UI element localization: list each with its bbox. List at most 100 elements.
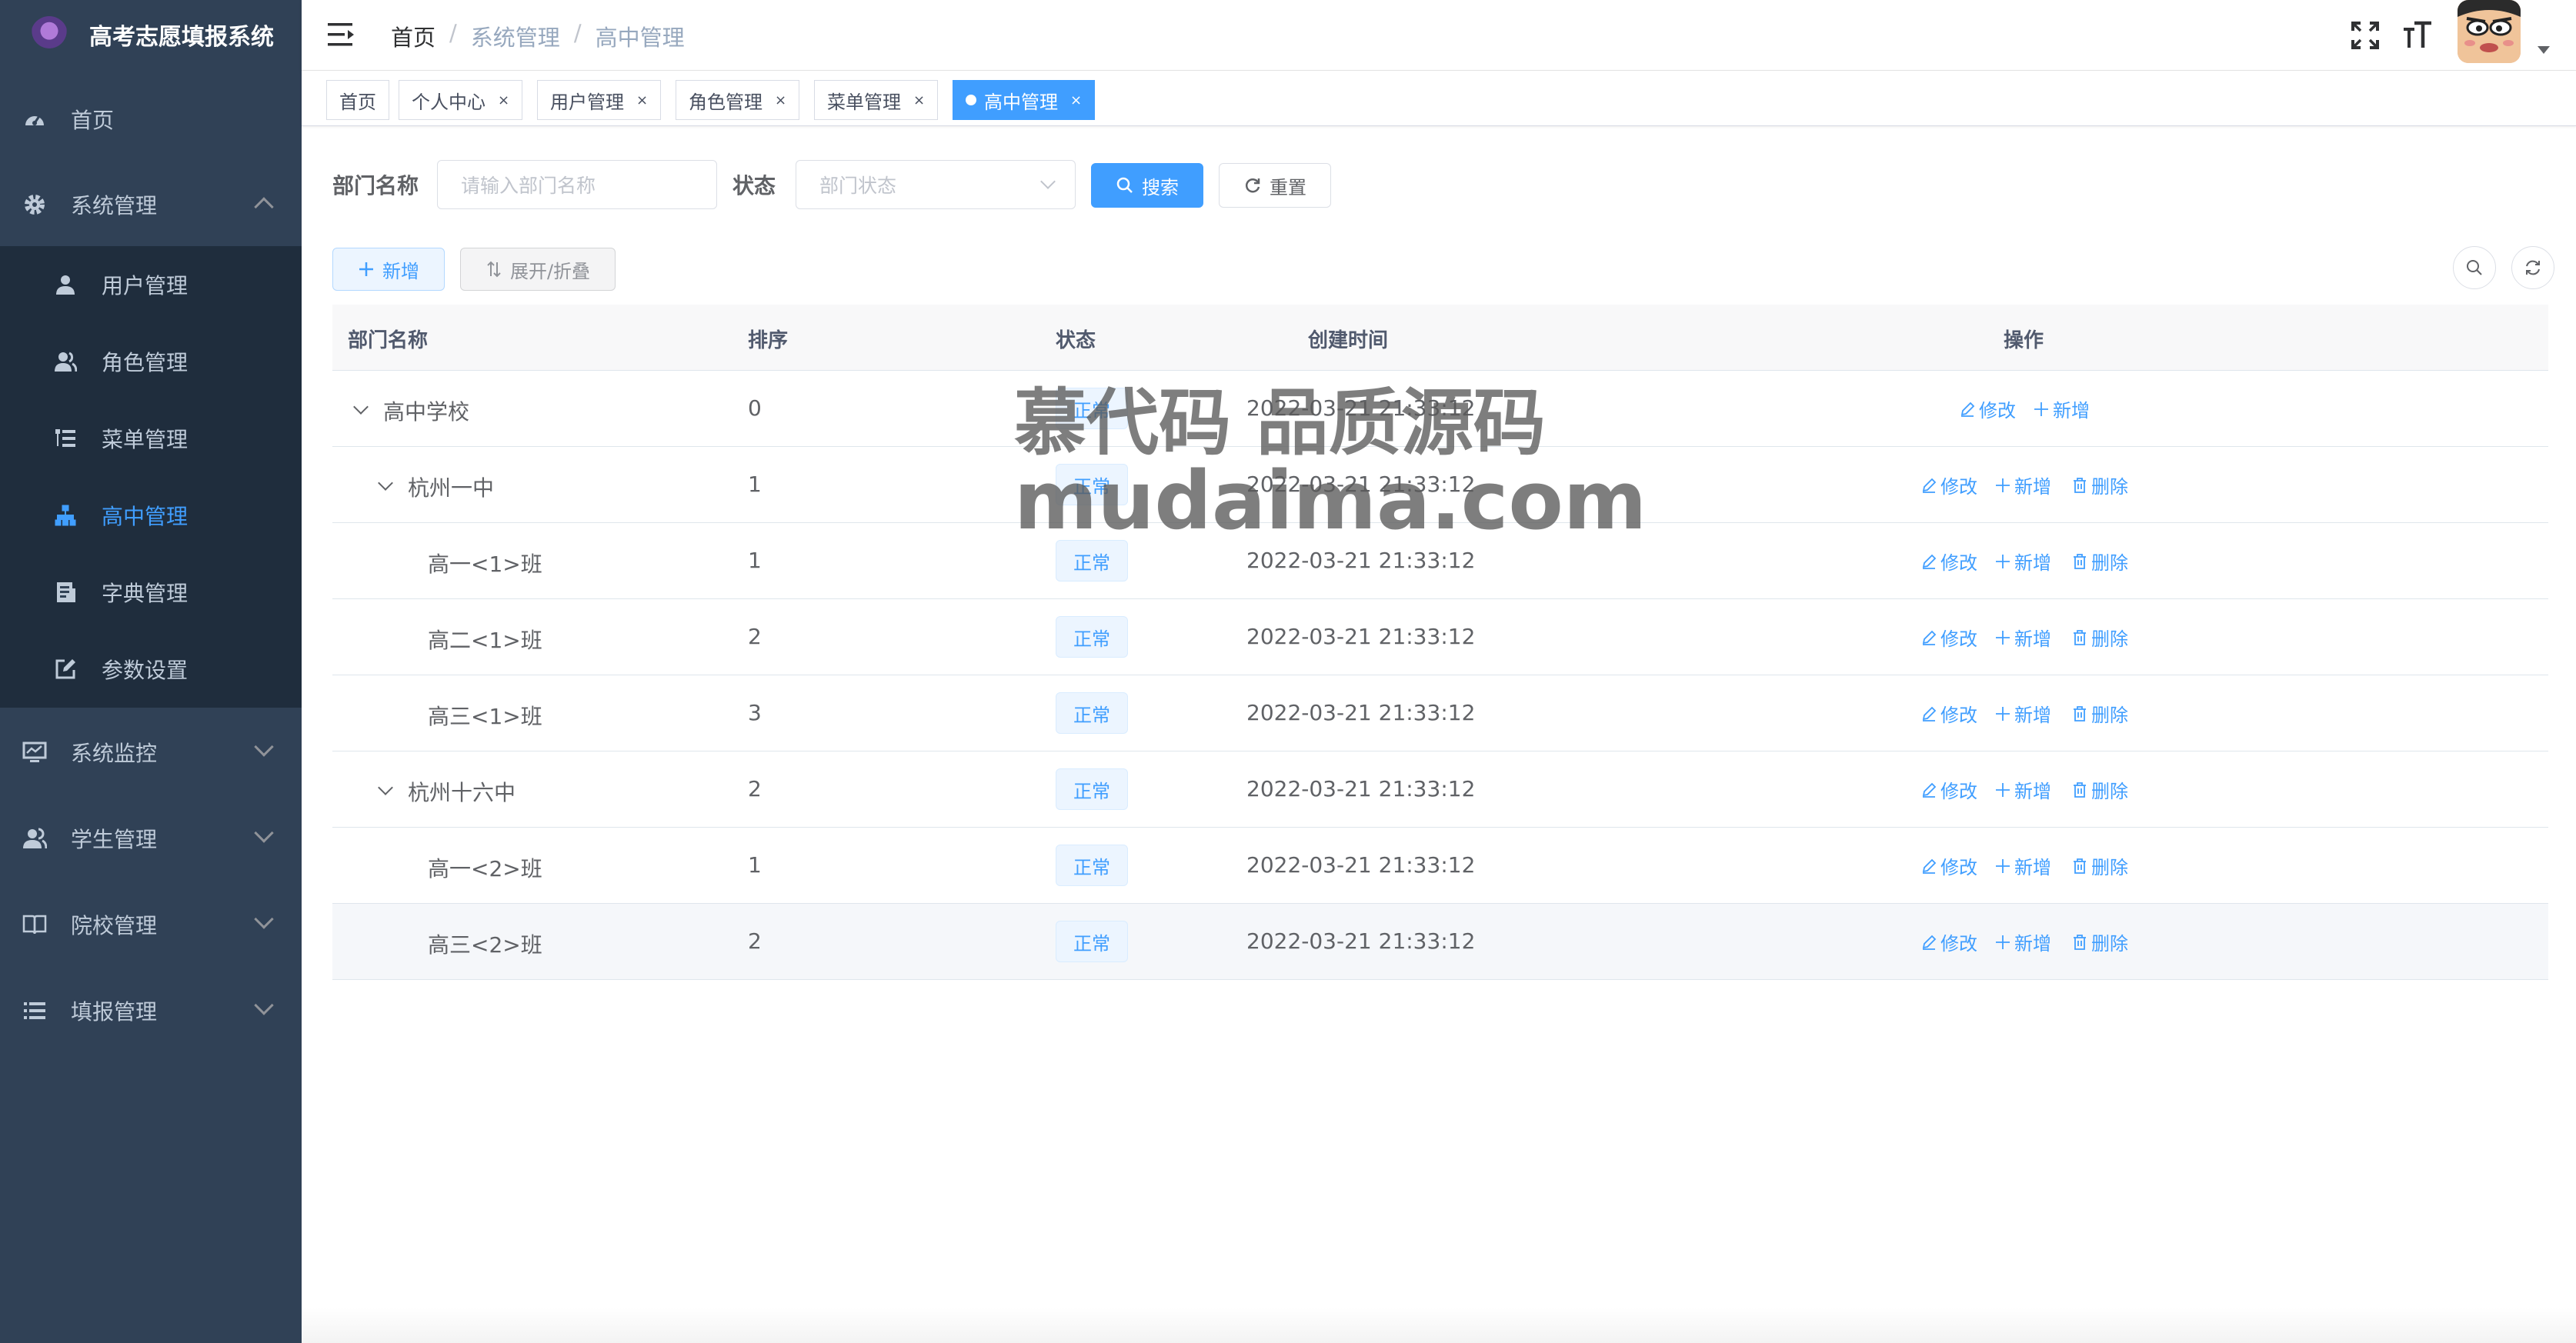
dept-name-placeholder: 请输入部门名称	[461, 175, 596, 197]
delete-action[interactable]: 删除	[2071, 776, 2128, 803]
cell-sort: 1	[748, 852, 762, 878]
add-child-action[interactable]: 新增	[1994, 472, 2051, 498]
submenu-item-label: 角色管理	[102, 350, 189, 375]
edit-action[interactable]: 修改	[1920, 928, 1977, 955]
submenu-item-roles[interactable]: 角色管理	[0, 323, 302, 400]
delete-action[interactable]: 删除	[2071, 548, 2128, 575]
submenu-item-users[interactable]: 用户管理	[0, 246, 302, 323]
breadcrumb-current: 高中管理	[595, 25, 685, 51]
trash-icon	[2074, 629, 2086, 645]
font-size-icon[interactable]	[2402, 20, 2433, 51]
chevron-down-icon[interactable]	[378, 780, 393, 795]
chevron-down-icon[interactable]	[378, 475, 393, 491]
sidebar-item-system[interactable]: 系统管理	[0, 162, 302, 248]
dept-name-input[interactable]: 请输入部门名称	[437, 160, 717, 209]
add-button[interactable]: 新增	[332, 248, 445, 291]
edit-action[interactable]: 修改	[1920, 624, 1977, 651]
plus-icon	[1996, 858, 2010, 873]
plus-icon	[1996, 478, 2010, 492]
chevron-down-icon[interactable]	[353, 399, 369, 415]
caret-down-icon[interactable]	[2538, 46, 2550, 54]
edit-action[interactable]: 修改	[1920, 852, 1977, 879]
add-child-action[interactable]: 新增	[2033, 395, 2090, 422]
sort-icon	[487, 261, 501, 278]
table-row[interactable]: 高一<2>班 1 正常 2022-03-21 21:33:12 修改 新增 删除	[332, 828, 2548, 904]
table-row[interactable]: 杭州十六中 2 正常 2022-03-21 21:33:12 修改 新增 删除	[332, 751, 2548, 828]
sidebar-item-label: 首页	[71, 108, 115, 133]
submenu-item-dict[interactable]: 字典管理	[0, 554, 302, 631]
submenu-item-config[interactable]: 参数设置	[0, 631, 302, 708]
add-child-action[interactable]: 新增	[1994, 548, 2051, 575]
add-child-action[interactable]: 新增	[1994, 700, 2051, 727]
plus-icon	[1996, 554, 2010, 568]
refresh-table-button[interactable]	[2511, 246, 2554, 289]
tag-roles[interactable]: 角色管理 ×	[676, 80, 800, 120]
breadcrumb: 首页 / 系统管理 / 高中管理	[391, 20, 685, 52]
add-child-action[interactable]: 新增	[1994, 852, 2051, 879]
edit-action[interactable]: 修改	[1920, 776, 1977, 803]
chevron-up-icon	[254, 197, 274, 217]
expand-collapse-button[interactable]: 展开/折叠	[460, 248, 616, 291]
edit-action[interactable]: 修改	[1920, 472, 1977, 498]
tag-label: 高中管理	[984, 91, 1058, 113]
plus-icon	[1996, 630, 2010, 645]
avatar[interactable]	[2458, 0, 2521, 63]
table-row[interactable]: 杭州一中 1 正常 2022-03-21 21:33:12 修改 新增 删除	[332, 447, 2548, 523]
sidebar-item-label: 学生管理	[71, 827, 158, 852]
chevron-down-icon	[254, 823, 274, 843]
edit-action[interactable]: 修改	[1959, 395, 2016, 422]
user-icon	[52, 272, 78, 298]
table-row[interactable]: 高三<1>班 3 正常 2022-03-21 21:33:12 修改 新增 删除	[332, 675, 2548, 751]
delete-action[interactable]: 删除	[2071, 472, 2128, 498]
reset-button[interactable]: 重置	[1219, 163, 1331, 208]
tag-menus[interactable]: 菜单管理 ×	[814, 80, 939, 120]
tag-users[interactable]: 用户管理 ×	[537, 80, 662, 120]
add-label: 新增	[2014, 476, 2051, 498]
close-icon[interactable]: ×	[1070, 92, 1082, 108]
close-icon[interactable]: ×	[775, 92, 786, 108]
add-child-action[interactable]: 新增	[1994, 928, 2051, 955]
submenu-item-menus[interactable]: 菜单管理	[0, 400, 302, 477]
sidebar-item-colleges[interactable]: 院校管理	[0, 881, 302, 968]
tag-label: 首页	[339, 91, 376, 113]
add-child-action[interactable]: 新增	[1994, 776, 2051, 803]
cell-sort: 1	[748, 548, 762, 573]
submenu-item-schools[interactable]: 高中管理	[0, 477, 302, 554]
hamburger-icon[interactable]	[328, 22, 355, 48]
close-icon[interactable]: ×	[498, 92, 509, 108]
search-button[interactable]: 搜索	[1091, 163, 1203, 208]
sidebar-item-applications[interactable]: 填报管理	[0, 968, 302, 1054]
tag-schools[interactable]: 高中管理 ×	[953, 80, 1096, 120]
status-badge: 正常	[1056, 540, 1128, 582]
toggle-search-button[interactable]	[2453, 246, 2496, 289]
edit-action[interactable]: 修改	[1920, 548, 1977, 575]
dict-icon	[52, 579, 78, 605]
delete-action[interactable]: 删除	[2071, 624, 2128, 651]
delete-label: 删除	[2091, 552, 2128, 574]
edit-action[interactable]: 修改	[1920, 700, 1977, 727]
sidebar-item-monitor[interactable]: 系统监控	[0, 709, 302, 795]
table-row[interactable]: 高三<2>班 2 正常 2022-03-21 21:33:12 修改 新增 删除	[332, 904, 2548, 980]
delete-action[interactable]: 删除	[2071, 928, 2128, 955]
sidebar-item-label: 系统监控	[71, 741, 158, 766]
cell-name: 高一<1>班	[428, 552, 542, 577]
delete-action[interactable]: 删除	[2071, 700, 2128, 727]
status-select[interactable]: 部门状态	[796, 160, 1076, 209]
tag-home[interactable]: 首页	[326, 80, 389, 120]
table-row[interactable]: 高中学校 0 正常 2022-03-21 21:33:12 修改 新增	[332, 371, 2548, 447]
navbar: 首页 / 系统管理 / 高中管理	[302, 0, 2576, 71]
breadcrumb-home[interactable]: 首页	[391, 20, 435, 52]
cell-created: 2022-03-21 21:33:12	[1246, 548, 1476, 573]
table-row[interactable]: 高二<1>班 2 正常 2022-03-21 21:33:12 修改 新增 删除	[332, 599, 2548, 675]
fullscreen-icon[interactable]	[2350, 20, 2381, 51]
tag-profile[interactable]: 个人中心 ×	[399, 80, 523, 120]
logo-row[interactable]: 高考志愿填报系统	[0, 0, 302, 69]
sidebar-item-home[interactable]: 首页	[0, 76, 302, 162]
add-child-action[interactable]: 新增	[1994, 624, 2051, 651]
table-row[interactable]: 高一<1>班 1 正常 2022-03-21 21:33:12 修改 新增 删除	[332, 523, 2548, 599]
sidebar-item-students[interactable]: 学生管理	[0, 795, 302, 881]
cell-name: 高一<2>班	[428, 856, 542, 881]
delete-action[interactable]: 删除	[2071, 852, 2128, 879]
close-icon[interactable]: ×	[913, 92, 925, 108]
close-icon[interactable]: ×	[636, 92, 648, 108]
